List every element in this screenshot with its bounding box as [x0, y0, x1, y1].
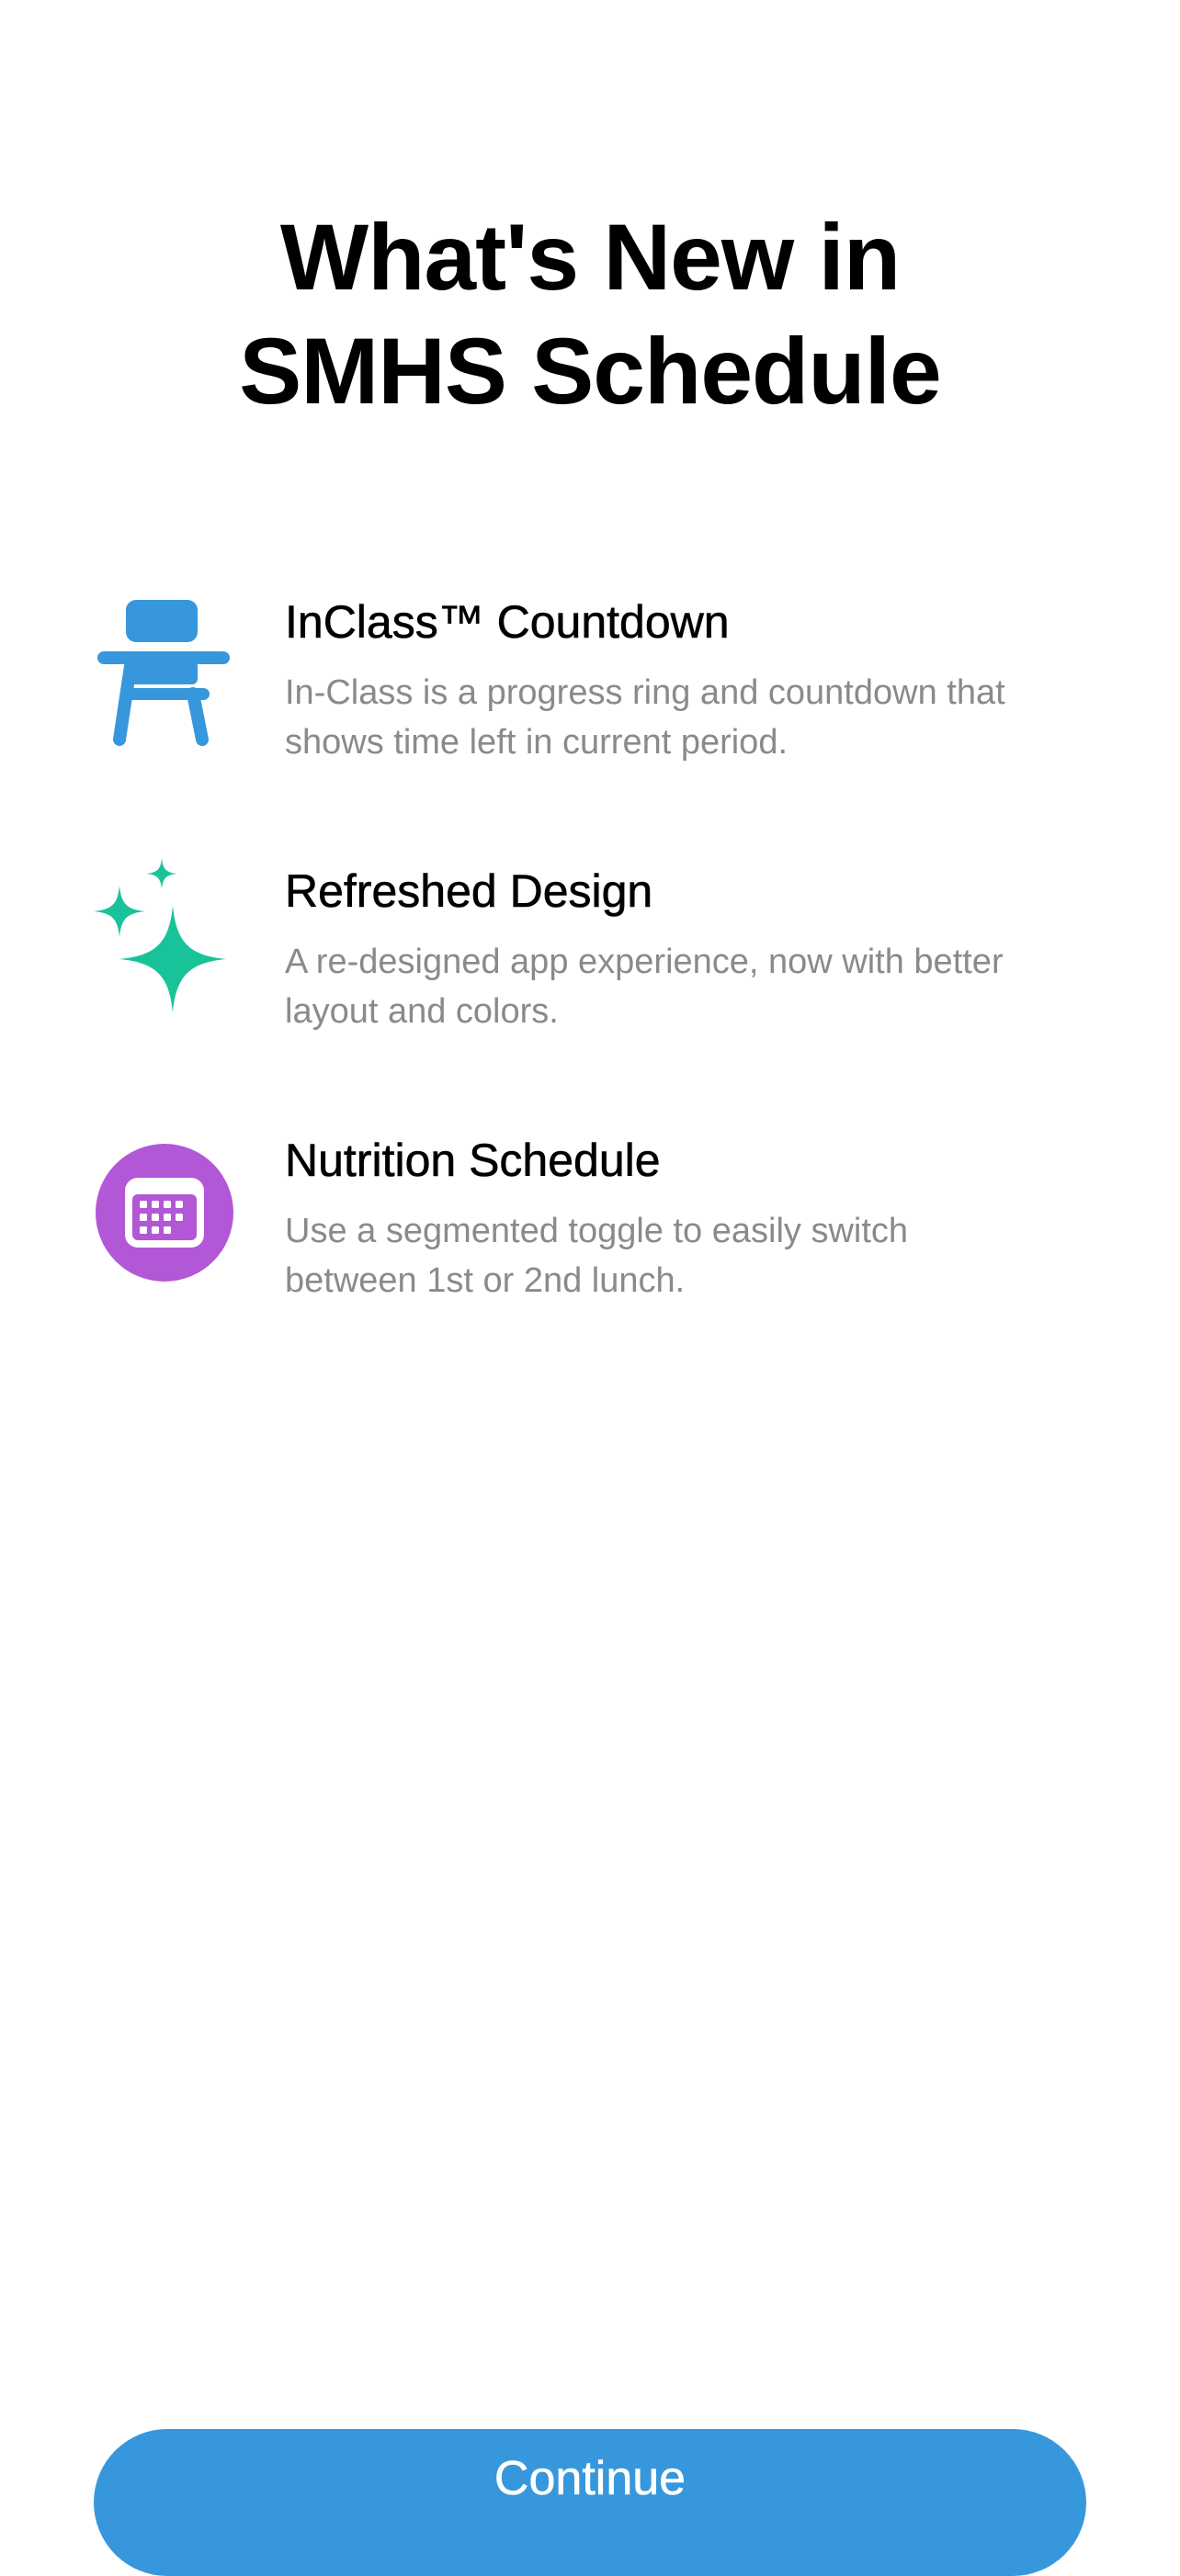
feature-title: Refreshed Design	[285, 865, 653, 918]
feature-nutrition-schedule: Nutrition Schedule Use a segmented toggl…	[0, 1131, 1180, 1333]
continue-button[interactable]: Continue	[94, 2429, 1086, 2576]
feature-title: Nutrition Schedule	[285, 1135, 661, 1187]
feature-description: In-Class is a progress ring and countdow…	[285, 673, 1005, 762]
page-title: What's New in SMHS Schedule	[0, 200, 1180, 428]
calendar-icon	[94, 1142, 235, 1296]
feature-description: Use a segmented toggle to easily switch …	[285, 1212, 909, 1300]
sparkles-icon	[94, 858, 235, 1012]
feature-inclass-countdown: InClass™ Countdown In-Class is a progres…	[0, 593, 1180, 795]
continue-button-label: Continue	[494, 2452, 686, 2506]
feature-refreshed-design: Refreshed Design A re-designed app exper…	[0, 858, 1180, 1064]
feature-title: InClass™ Countdown	[285, 596, 730, 649]
feature-description: A re-designed app experience, now with b…	[285, 943, 1004, 1031]
school-desk-icon	[94, 593, 235, 747]
page-title-line-1: What's New in	[279, 205, 901, 310]
page-title-line-2: SMHS Schedule	[239, 319, 942, 424]
